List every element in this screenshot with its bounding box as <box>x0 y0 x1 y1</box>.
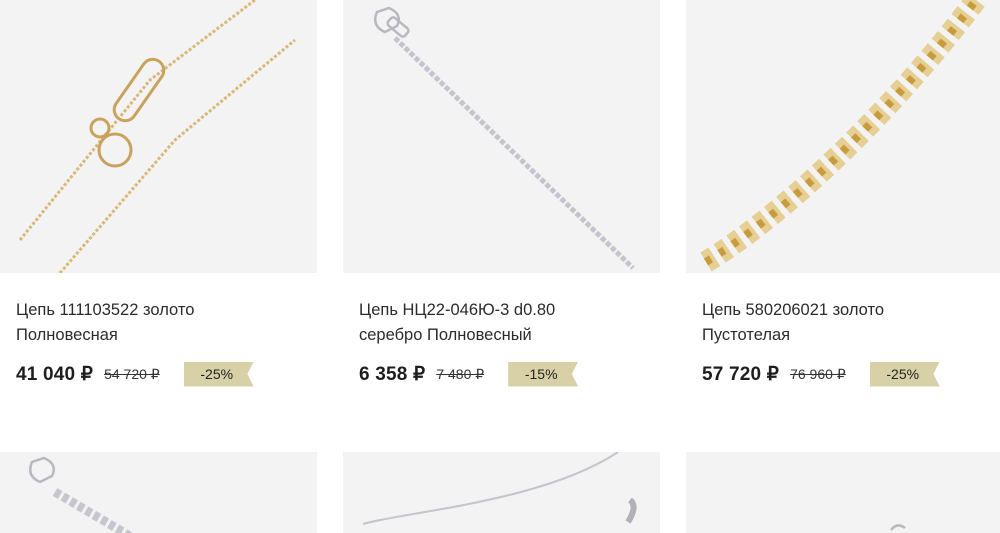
silver-chain-icon <box>29 456 134 533</box>
silver-chain-icon <box>362 452 637 525</box>
silver-chain-icon <box>890 524 906 531</box>
price: 57 720 ₽ <box>702 363 780 385</box>
product-title-line1: Цепь 111103522 золото <box>16 301 195 319</box>
discount-badge: -25% <box>869 361 940 387</box>
gold-chain-thin-icon <box>18 0 296 273</box>
product-title-line2: Полновесная <box>16 326 118 344</box>
discount-badge: -25% <box>183 361 254 387</box>
product-card[interactable] <box>686 452 1000 533</box>
product-image[interactable] <box>343 452 660 533</box>
product-title-line1: Цепь НЦ22-046Ю-3 d0.80 <box>359 301 556 319</box>
price-row: 6 358 ₽ 7 480 ₽ -15% <box>343 361 660 387</box>
product-card[interactable] <box>0 452 317 533</box>
gold-chain-thick-icon <box>700 0 985 272</box>
silver-chain-icon <box>374 6 635 270</box>
product-card[interactable]: Цепь 111103522 золото Полновесная 41 040… <box>0 0 317 387</box>
product-title-line1: Цепь 580206021 золото <box>702 301 885 319</box>
product-title-line2: серебро Полновесный <box>359 326 532 344</box>
price-row: 41 040 ₽ 54 720 ₽ -25% <box>0 361 317 387</box>
product-card[interactable]: Цепь 580206021 золото Пустотелая 57 720 … <box>686 0 1000 387</box>
price-row: 57 720 ₽ 76 960 ₽ -25% <box>686 361 1000 387</box>
price: 41 040 ₽ <box>16 363 94 385</box>
old-price: 54 720 ₽ <box>104 365 160 382</box>
product-title[interactable]: Цепь 111103522 золото Полновесная <box>0 298 317 348</box>
product-title-line2: Пустотелая <box>702 326 791 344</box>
product-title[interactable]: Цепь НЦ22-046Ю-3 d0.80 серебро Полновесн… <box>343 298 660 348</box>
price: 6 358 ₽ <box>359 363 426 385</box>
product-image[interactable] <box>686 452 1000 533</box>
product-card[interactable] <box>343 452 660 533</box>
product-card[interactable]: Цепь НЦ22-046Ю-3 d0.80 серебро Полновесн… <box>343 0 660 387</box>
old-price: 7 480 ₽ <box>436 365 485 382</box>
product-image[interactable] <box>0 0 317 273</box>
product-title[interactable]: Цепь 580206021 золото Пустотелая <box>686 298 1000 348</box>
old-price: 76 960 ₽ <box>790 365 846 382</box>
product-image[interactable] <box>0 452 317 533</box>
product-image[interactable] <box>343 0 660 273</box>
discount-badge: -15% <box>508 361 579 387</box>
product-image[interactable] <box>686 0 1000 273</box>
